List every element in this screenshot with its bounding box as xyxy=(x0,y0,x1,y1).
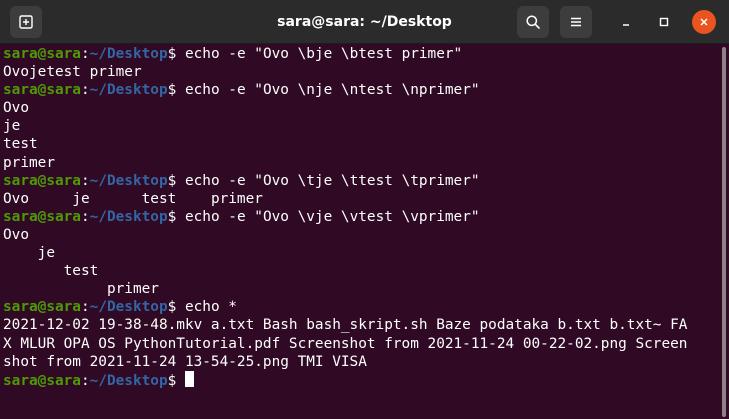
terminal-window: sara@sara: ~/Desktop sara@sara:~/Desktop… xyxy=(0,0,729,419)
prompt-user: sara@sara xyxy=(3,372,81,389)
output-line: shot from 2021-11-24 13-54-25.png TMI VI… xyxy=(3,353,720,371)
output-text: je xyxy=(3,118,21,135)
output-line: X MLUR OPA OS PythonTutorial.pdf Screens… xyxy=(3,335,720,353)
prompt-separator: : xyxy=(80,82,90,99)
command-text: echo -e "Ovo \tje \ttest \tprimer" xyxy=(184,172,480,189)
prompt-separator: : xyxy=(80,172,90,189)
prompt-user: sara@sara xyxy=(3,208,81,225)
prompt-separator: : xyxy=(80,299,90,316)
minimize-icon xyxy=(623,24,629,26)
prompt-symbol: $ xyxy=(167,172,185,189)
output-line: test xyxy=(3,262,720,280)
prompt-separator: : xyxy=(80,46,90,62)
prompt-line: sara@sara:~/Desktop$ xyxy=(3,370,720,389)
output-line: Ovo xyxy=(3,99,720,117)
output-line: Ovo xyxy=(3,226,720,244)
new-tab-icon xyxy=(19,15,33,29)
title-bar: sara@sara: ~/Desktop xyxy=(0,0,729,44)
scrollbar-thumb[interactable] xyxy=(722,47,726,417)
prompt-symbol: $ xyxy=(167,82,185,99)
prompt-symbol: $ xyxy=(167,372,185,389)
output-text: primer xyxy=(3,154,55,171)
output-text: test xyxy=(3,263,99,280)
command-text: echo -e "Ovo \vje \vtest \vprimer" xyxy=(184,208,480,225)
output-text: test xyxy=(3,136,38,153)
command-text: echo -e "Ovo \bje \btest primer" xyxy=(184,46,463,62)
output-text: X MLUR OPA OS PythonTutorial.pdf Screens… xyxy=(3,335,688,352)
output-line: test xyxy=(3,135,720,153)
output-line: 2021-12-02 19-38-48.mkv a.txt Bash bash_… xyxy=(3,316,720,334)
output-line: je xyxy=(3,244,720,262)
output-line: je xyxy=(3,117,720,135)
prompt-path: ~/Desktop xyxy=(89,46,168,62)
prompt-user: sara@sara xyxy=(3,82,81,99)
text-cursor xyxy=(184,370,194,387)
new-tab-button[interactable] xyxy=(10,6,42,38)
prompt-symbol: $ xyxy=(167,46,185,62)
output-line: primer xyxy=(3,154,720,172)
maximize-icon xyxy=(659,17,669,27)
search-icon xyxy=(526,15,540,29)
output-text: Ovo xyxy=(3,100,29,117)
search-button[interactable] xyxy=(517,6,549,38)
prompt-line: sara@sara:~/Desktop$ echo -e "Ovo \vje \… xyxy=(3,208,720,226)
prompt-user: sara@sara xyxy=(3,172,81,189)
output-text: Ovo je test primer xyxy=(3,190,263,207)
output-text: 2021-12-02 19-38-48.mkv a.txt Bash bash_… xyxy=(3,317,688,334)
prompt-symbol: $ xyxy=(167,208,185,225)
prompt-path: ~/Desktop xyxy=(89,172,168,189)
prompt-separator: : xyxy=(80,208,90,225)
prompt-path: ~/Desktop xyxy=(89,372,168,389)
prompt-line: sara@sara:~/Desktop$ echo -e "Ovo \tje \… xyxy=(3,172,720,190)
output-text: primer xyxy=(3,281,159,298)
maximize-button[interactable] xyxy=(652,10,676,34)
output-line: Ovo je test primer xyxy=(3,190,720,208)
command-text: echo -e "Ovo \nje \ntest \nprimer" xyxy=(184,82,480,99)
close-button[interactable] xyxy=(692,10,716,34)
hamburger-menu-icon xyxy=(571,17,581,27)
minimize-button[interactable] xyxy=(614,10,638,34)
scrollbar[interactable] xyxy=(719,45,729,419)
prompt-line: sara@sara:~/Desktop$ echo * xyxy=(3,298,720,316)
prompt-symbol: $ xyxy=(167,299,185,316)
output-text: Ovo xyxy=(3,226,29,243)
close-icon xyxy=(700,18,708,26)
output-text: je xyxy=(3,245,55,262)
output-line: primer xyxy=(3,280,720,298)
prompt-line: sara@sara:~/Desktop$ echo -e "Ovo \bje \… xyxy=(3,45,720,63)
command-text: echo * xyxy=(184,299,237,316)
prompt-separator: : xyxy=(80,372,90,389)
output-text: shot from 2021-11-24 13-54-25.png TMI VI… xyxy=(3,353,367,370)
prompt-path: ~/Desktop xyxy=(89,299,168,316)
output-text: Ovojetest primer xyxy=(3,64,142,81)
prompt-line: sara@sara:~/Desktop$ echo -e "Ovo \nje \… xyxy=(3,81,720,99)
prompt-user: sara@sara xyxy=(3,299,81,316)
prompt-path: ~/Desktop xyxy=(89,82,168,99)
prompt-path: ~/Desktop xyxy=(89,208,168,225)
menu-button[interactable] xyxy=(560,6,592,38)
prompt-user: sara@sara xyxy=(3,46,81,62)
output-line: Ovojetest primer xyxy=(3,63,720,81)
terminal-output[interactable]: sara@sara:~/Desktop$ echo -e "Ovo \bje \… xyxy=(0,45,720,419)
